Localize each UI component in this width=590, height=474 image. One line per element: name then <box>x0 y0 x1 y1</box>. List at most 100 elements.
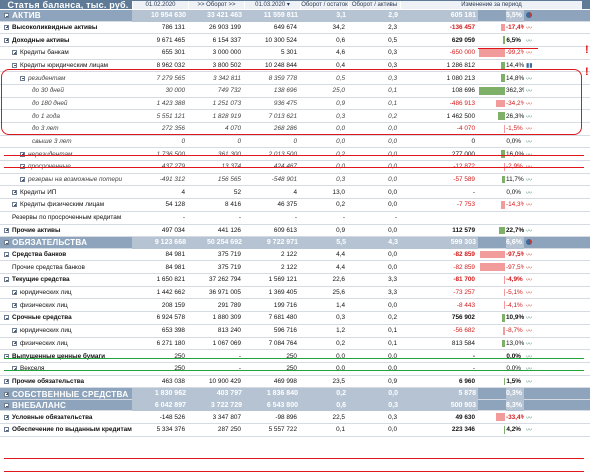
table-row[interactable]: Обеспечение по выданным кредитам 5 334 37… <box>0 424 590 437</box>
ratio-balance: 0,0 <box>336 125 345 133</box>
table-row[interactable]: нерезидентам 1 736 500 361 300 2 013 500 0,2… <box>0 148 590 162</box>
table-row[interactable]: Текущие средства 1 650 821 37 262 794 1 569… <box>0 274 590 287</box>
chevron-down-icon[interactable]: ▾ <box>287 2 290 8</box>
expand-icon[interactable] <box>12 366 17 372</box>
expand-icon[interactable] <box>4 391 9 397</box>
expand-icon[interactable] <box>20 177 25 183</box>
table-row[interactable]: физических лиц 6 271 180 1 067 069 7 084 76… <box>0 338 590 351</box>
value-start: 5 551 121 <box>156 112 185 120</box>
change-pct: 4,2% <box>506 426 521 434</box>
change-abs: 5 878 <box>400 388 478 400</box>
table-row[interactable]: просроченные 437 279 13 374 424 467 0,0 0,0 -1… <box>0 161 590 174</box>
section-row[interactable]: СОБСТВЕННЫЕ СРЕДСТВА 1 830 962 403 797 1 83… <box>0 388 590 400</box>
table-row[interactable]: Средства банков 84 981 375 719 2 122 4,4 0,0 -… <box>0 249 590 262</box>
expand-icon[interactable] <box>4 227 9 233</box>
collapse-icon[interactable] <box>4 13 9 19</box>
change-pct: 26,3% <box>506 112 524 120</box>
sparkline-icon: 〰 <box>526 101 533 108</box>
col-date-end[interactable]: 01.03.2020 ▾ <box>244 1 300 9</box>
table-row[interactable]: юридических лиц 1 442 662 36 971 005 1 369 … <box>0 287 590 300</box>
table-row[interactable]: Кредиты ИП 4 52 4 13,0 0,0 - 0,0% 〰 <box>0 186 590 200</box>
expand-icon[interactable] <box>4 414 9 420</box>
value-turnover: 36 971 005 <box>209 289 241 297</box>
section-row[interactable]: АКТИВ 10 954 630 33 421 463 11 559 811 3,1 2,… <box>0 10 590 22</box>
change-bar <box>496 413 505 421</box>
table-row[interactable]: Прочие средства банков 84 981 375 719 2 122… <box>0 261 590 275</box>
col-change[interactable]: Изменение за период <box>400 1 582 9</box>
collapse-icon[interactable] <box>4 353 9 359</box>
table-row[interactable]: Выпущенные ценные бумаги 250 - 250 0,0 0,0 - 0,… <box>0 350 590 363</box>
table-row[interactable]: до 3 лет 272 356 4 070 268 286 0,0 0,0 -4 070 -… <box>0 123 590 136</box>
col-date-start[interactable]: 01.02.2020 <box>132 1 188 9</box>
collapse-icon[interactable] <box>4 240 9 246</box>
value-start: 463 038 <box>161 377 185 385</box>
collapse-icon[interactable] <box>4 252 9 258</box>
row-label-text: Кредиты юридическим лицам <box>20 61 109 69</box>
expand-icon[interactable] <box>12 340 17 346</box>
collapse-icon[interactable] <box>12 62 17 68</box>
table-row[interactable]: Кредиты физическим лицам 54 128 8 416 46 37… <box>0 199 590 212</box>
row-label-text: физических лиц <box>20 339 68 347</box>
ratio-balance: 25,0 <box>332 87 345 95</box>
change-bar-cell <box>478 22 506 34</box>
change-abs: -56 682 <box>453 327 475 335</box>
value-end: 8 359 778 <box>268 74 297 82</box>
collapse-icon[interactable] <box>4 427 9 433</box>
value-start: 786 131 <box>161 23 185 31</box>
ratio-assets: 0,1 <box>388 339 397 347</box>
collapse-icon[interactable] <box>20 75 25 81</box>
row-label: ОБЯЗАТЕЛЬСТВА <box>4 238 132 247</box>
table-row[interactable]: до 180 дней 1 423 388 1 251 073 936 475 0,9 0… <box>0 98 590 111</box>
expand-icon[interactable] <box>4 37 9 43</box>
row-label-text: Прочие обязательства <box>12 377 85 385</box>
change-abs: -82 859 <box>453 263 475 271</box>
section-row[interactable]: ОБЯЗАТЕЛЬСТВА 9 123 668 50 254 692 9 722 97… <box>0 237 590 249</box>
value-end: - <box>294 214 297 222</box>
table-row[interactable]: резидентам 7 279 565 3 342 811 8 359 778 0,5… <box>0 72 590 85</box>
table-body: АКТИВ 10 954 630 33 421 463 11 559 811 3,1 2,… <box>0 10 590 437</box>
collapse-icon[interactable] <box>4 315 9 321</box>
col-turnover-balance[interactable]: Оборот / остаток <box>300 1 348 9</box>
value-end: 649 674 <box>273 23 297 31</box>
change-abs: - <box>472 365 475 373</box>
expand-icon[interactable] <box>20 151 25 157</box>
expand-icon[interactable] <box>4 378 9 384</box>
col-turnover[interactable]: >> Оборот >> <box>188 1 244 9</box>
table-row[interactable]: до 1 года 5 551 121 1 828 919 7 013 621 0,3 0… <box>0 110 590 123</box>
sparkline-icon: 〰 <box>526 253 533 260</box>
expand-icon[interactable] <box>12 302 17 308</box>
table-row[interactable]: юридических лиц 653 398 813 240 596 716 1,2 0… <box>0 325 590 338</box>
table-row[interactable]: Высоколиквидные активы 786 131 26 903 199 6… <box>0 22 590 35</box>
table-row[interactable]: до 30 дней 30 000 749 732 138 696 25,0 0,1 108… <box>0 85 590 98</box>
col-turnover-assets[interactable]: Оборот / активы <box>348 1 400 9</box>
table-row[interactable]: Условные обязательства -148 526 3 347 807 -… <box>0 411 590 424</box>
ratio-balance: 25,6 <box>332 289 345 297</box>
table-row[interactable]: Кредиты юридическим лицам 8 962 032 3 800 … <box>0 60 590 73</box>
table-row[interactable]: Векселя 250 - 250 0,0 0,0 - 0,0% 〰 <box>0 363 590 376</box>
collapse-icon[interactable] <box>4 277 9 283</box>
table-row[interactable]: Срочные средства 6 924 578 1 880 309 7 681 … <box>0 312 590 325</box>
change-bar-cell <box>478 110 506 122</box>
table-row[interactable]: свыше 3 лет 0 0 0 0,0 0,0 0 0,0% 〰 <box>0 136 590 149</box>
ratio-assets: - <box>394 214 397 222</box>
expand-icon[interactable] <box>12 202 17 208</box>
table-row[interactable]: Прочие активы 497 034 441 126 609 613 0,9 0,0… <box>0 225 590 238</box>
expand-icon[interactable] <box>12 50 17 56</box>
section-row[interactable]: ВНЕБАЛАНС 6 042 897 3 722 729 6 543 800 0,6 0… <box>0 399 590 412</box>
expand-icon[interactable] <box>4 24 9 30</box>
table-row[interactable]: резервы на возможные потери -491 312 156 5… <box>0 174 590 187</box>
expand-icon[interactable] <box>12 290 17 296</box>
change-abs: 629 059 <box>451 36 475 44</box>
table-row[interactable]: Кредиты банкам 655 301 3 000 000 5 301 4,6 0,… <box>0 47 590 60</box>
table-row[interactable]: Доходные активы 9 671 465 6 154 337 10 300 … <box>0 34 590 47</box>
expand-icon[interactable] <box>12 328 17 334</box>
expand-icon[interactable] <box>20 164 25 170</box>
change-bar-cell <box>478 123 506 135</box>
expand-icon[interactable] <box>12 189 17 195</box>
sparkline-icon: 〰 <box>526 76 533 83</box>
collapse-icon[interactable] <box>4 403 9 408</box>
table-row[interactable]: Прочие обязательства 463 038 10 900 429 469… <box>0 376 590 389</box>
row-label-text: ОБЯЗАТЕЛЬСТВА <box>12 238 88 248</box>
table-row[interactable]: физических лиц 208 159 291 789 199 716 1,4 0,… <box>0 299 590 313</box>
table-row[interactable]: Резервы по просроченным кредитам - - - - - <box>0 212 590 225</box>
